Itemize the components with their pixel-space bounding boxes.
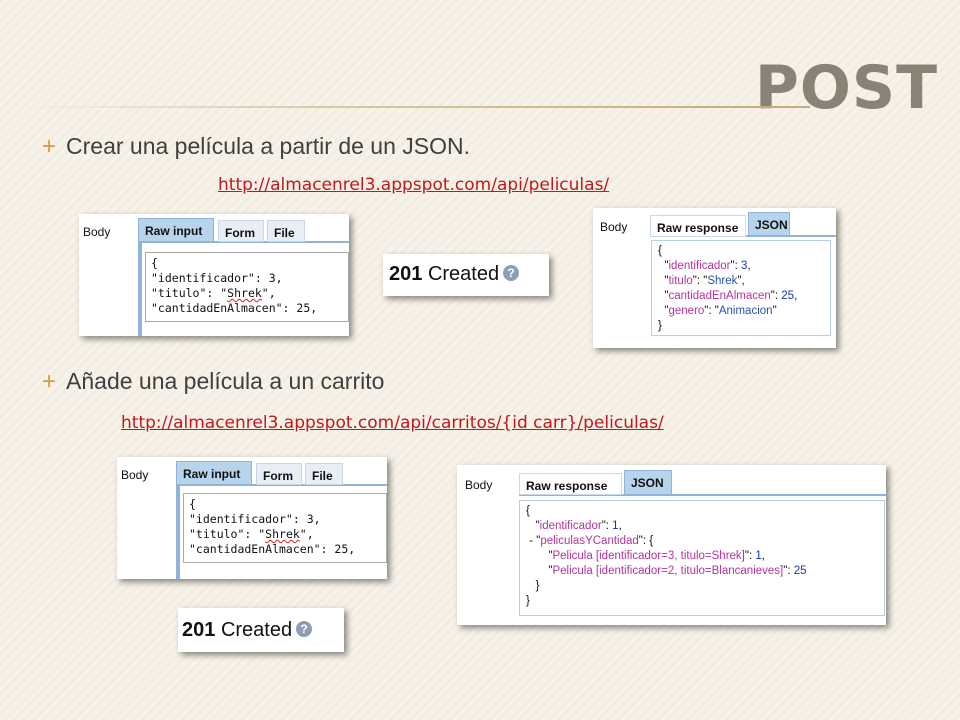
- body-label: Body: [600, 220, 628, 234]
- raw-input-textarea[interactable]: { "identificador": 3, "titulo": "Shrek",…: [145, 252, 349, 322]
- link-peliculas-endpoint[interactable]: http://almacenrel3.appspot.com/api/pelic…: [218, 175, 609, 195]
- help-icon[interactable]: ?: [296, 621, 313, 637]
- title-divider: [20, 106, 810, 108]
- request-panel-border: [138, 241, 142, 336]
- raw-input-textarea[interactable]: { "identificador": 3, "titulo": "Shrek",…: [183, 493, 387, 563]
- status-201-created: 201 Created?: [383, 254, 549, 296]
- response-panel-create-movie: Body Raw response JSON { "identificador"…: [593, 208, 836, 348]
- tab-raw-input[interactable]: Raw input: [138, 218, 214, 242]
- tab-file[interactable]: File: [267, 220, 305, 242]
- status-text: 201 Created?: [389, 263, 520, 286]
- json-response-viewer: { "identificador": 1, - "peliculasYCanti…: [519, 500, 885, 616]
- tab-raw-response[interactable]: Raw response: [650, 215, 746, 237]
- request-panel-create-movie: Body Raw input Form File { "identificado…: [79, 214, 349, 336]
- collapse-toggle[interactable]: -: [529, 535, 533, 547]
- body-label: Body: [465, 478, 493, 492]
- link-carritos-endpoint[interactable]: http://almacenrel3.appspot.com/api/carri…: [121, 413, 664, 433]
- json-response-viewer: { "identificador": 3, "titulo": "Shrek",…: [651, 240, 831, 336]
- bullet-add-movie-to-cart: + Añade una película a un carrito: [42, 368, 384, 396]
- plus-bullet-icon: +: [42, 133, 57, 160]
- plus-bullet-icon: +: [42, 368, 57, 395]
- tab-form[interactable]: Form: [256, 463, 302, 485]
- tab-file[interactable]: File: [305, 463, 343, 485]
- tab-raw-input[interactable]: Raw input: [176, 461, 252, 485]
- tab-form[interactable]: Form: [218, 220, 264, 242]
- tab-raw-response[interactable]: Raw response: [519, 473, 622, 495]
- bullet-text: Crear una película a partir de un JSON.: [66, 133, 470, 159]
- status-201-created: 201 Created?: [178, 608, 344, 652]
- request-panel-border: [176, 484, 180, 579]
- request-panel-add-movie: Body Raw input Form File { "identificado…: [117, 457, 387, 579]
- tab-json[interactable]: JSON: [624, 470, 672, 495]
- slide-title: POST: [754, 53, 938, 123]
- body-label: Body: [83, 225, 111, 239]
- bullet-create-movie: + Crear una película a partir de un JSON.: [42, 133, 470, 161]
- response-panel-add-movie: Body Raw response JSON { "identificador"…: [457, 465, 886, 625]
- tab-json[interactable]: JSON: [748, 212, 790, 236]
- help-icon[interactable]: ?: [503, 265, 520, 281]
- body-label: Body: [121, 468, 149, 482]
- status-text: 201 Created?: [182, 619, 313, 642]
- bullet-text: Añade una película a un carrito: [66, 368, 385, 394]
